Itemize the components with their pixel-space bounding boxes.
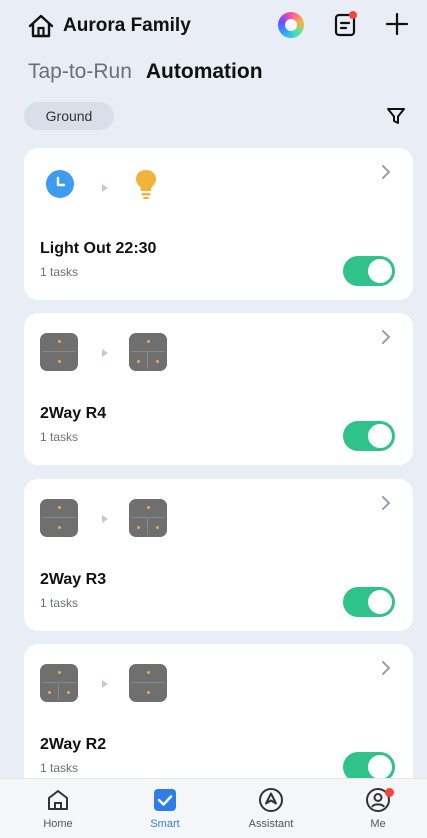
- clock-icon: [46, 170, 74, 198]
- automation-name: 2Way R4: [40, 405, 107, 422]
- automation-task-count: 1 tasks: [40, 761, 79, 775]
- arrow-right-icon: [102, 349, 108, 357]
- automation-toggle[interactable]: [343, 256, 395, 286]
- assistant-icon: [259, 788, 283, 812]
- notification-badge: [385, 788, 394, 797]
- switch-icon: [40, 664, 78, 702]
- automation-name: Light Out 22:30: [40, 240, 157, 257]
- automation-toggle[interactable]: [343, 587, 395, 617]
- bulb-icon: [136, 170, 156, 199]
- home-name[interactable]: Aurora Family: [63, 15, 191, 37]
- automation-task-count: 1 tasks: [40, 430, 79, 444]
- home-icon[interactable]: [28, 14, 54, 38]
- room-filter-chip[interactable]: Ground: [24, 102, 114, 130]
- switch-icon: [129, 333, 167, 371]
- switch-icon: [40, 499, 78, 537]
- automation-task-count: 1 tasks: [40, 596, 79, 610]
- chevron-right-icon[interactable]: [381, 660, 391, 676]
- tabbar-label: Assistant: [248, 818, 294, 830]
- assistant-orb-icon[interactable]: [278, 12, 304, 38]
- automation-card[interactable]: 2Way R3 1 tasks: [24, 479, 413, 631]
- tabbar-label: Home: [43, 818, 73, 830]
- tabbar-item-smart[interactable]: Smart: [125, 787, 205, 830]
- automation-card[interactable]: 2Way R4 1 tasks: [24, 313, 413, 465]
- smart-check-icon: [154, 789, 176, 811]
- arrow-right-icon: [102, 680, 108, 688]
- switch-icon: [129, 499, 167, 537]
- automation-name: 2Way R3: [40, 571, 107, 588]
- arrow-right-icon: [102, 515, 108, 523]
- chevron-right-icon[interactable]: [381, 495, 391, 511]
- bottom-tab-bar: Home Smart Assistant Me: [0, 778, 427, 838]
- top-bar: Aurora Family: [0, 0, 427, 50]
- tab-automation[interactable]: Automation: [146, 60, 263, 84]
- tabbar-label: Me: [370, 818, 386, 830]
- tabbar-item-home[interactable]: Home: [18, 787, 98, 830]
- notes-badge: [349, 11, 357, 19]
- chevron-right-icon[interactable]: [381, 164, 391, 180]
- automation-card[interactable]: Light Out 22:30 1 tasks: [24, 148, 413, 300]
- automation-name: 2Way R2: [40, 736, 107, 753]
- scene-tabs: Tap-to-Run Automation: [28, 60, 263, 84]
- automation-card[interactable]: 2Way R2 1 tasks: [24, 644, 413, 782]
- tabbar-item-assistant[interactable]: Assistant: [231, 787, 311, 830]
- switch-icon: [40, 333, 78, 371]
- arrow-right-icon: [102, 184, 108, 192]
- switch-icon: [129, 664, 167, 702]
- filter-icon[interactable]: [386, 106, 406, 126]
- automation-task-count: 1 tasks: [40, 265, 79, 279]
- chevron-right-icon[interactable]: [381, 329, 391, 345]
- tabbar-label: Smart: [150, 818, 180, 830]
- plus-icon[interactable]: [385, 12, 409, 36]
- tab-tap-to-run[interactable]: Tap-to-Run: [28, 60, 132, 84]
- automation-toggle[interactable]: [343, 421, 395, 451]
- tabbar-item-me[interactable]: Me: [338, 787, 418, 830]
- home-icon: [48, 790, 68, 810]
